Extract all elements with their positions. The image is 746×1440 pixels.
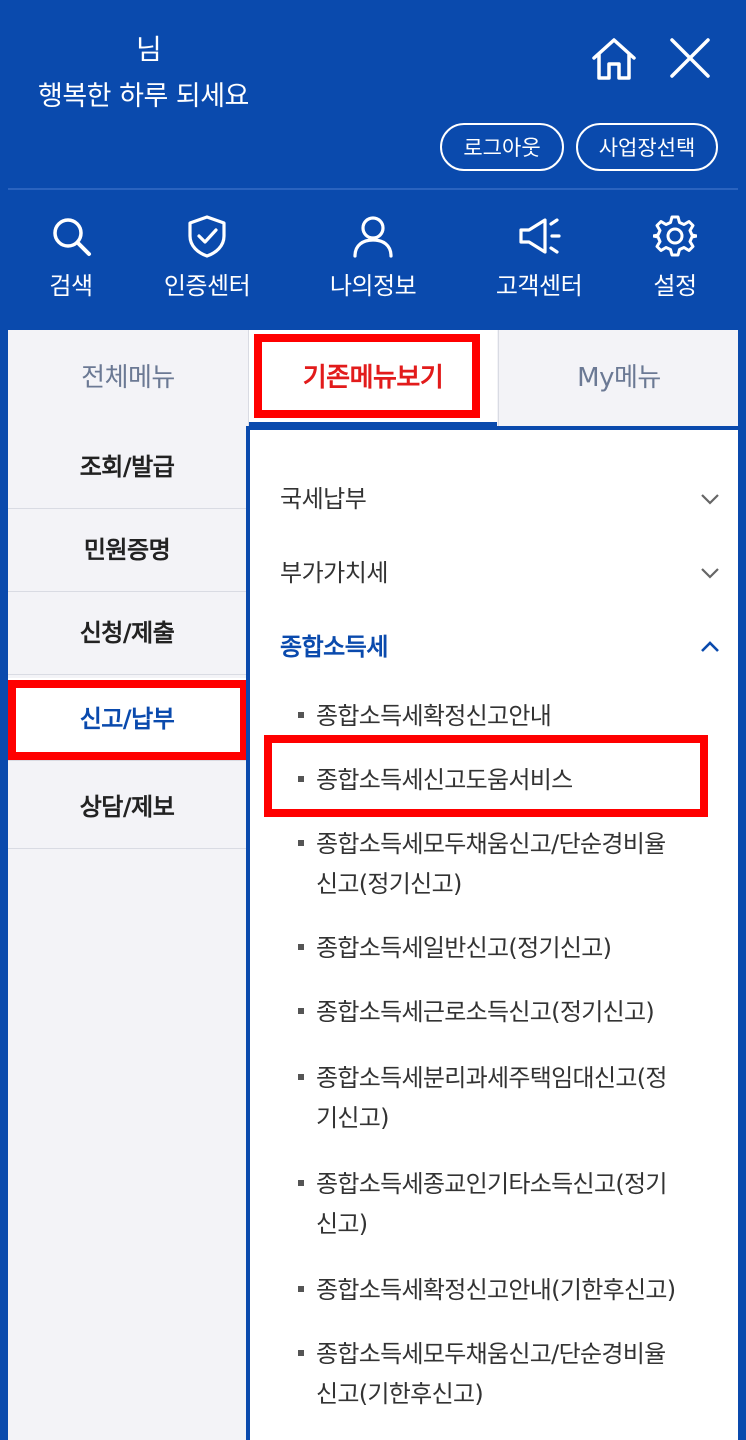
quick-settings[interactable]: 설정 xyxy=(620,214,730,301)
shield-check-icon xyxy=(188,215,226,258)
bullet-icon xyxy=(298,1350,304,1356)
logout-button[interactable]: 로그아웃 xyxy=(440,123,564,171)
business-select-button[interactable]: 사업장선택 xyxy=(576,123,718,171)
search-icon xyxy=(53,218,91,256)
submenu-item[interactable]: 종합소득세모두채움신고/단순경비율 신고(기한후신고) xyxy=(316,1334,712,1414)
category-label: 종합소득세 xyxy=(280,633,388,661)
quick-my-info-label: 나의정보 xyxy=(329,272,417,300)
category-label: 국세납부 xyxy=(280,485,367,513)
bullet-icon xyxy=(298,944,304,950)
left-nav-item-consult[interactable]: 상담/제보 xyxy=(8,766,246,849)
bullet-icon xyxy=(298,1008,304,1014)
chevron-up-icon xyxy=(701,641,719,652)
quick-search-label: 검색 xyxy=(49,272,93,300)
quick-my-info[interactable]: 나의정보 xyxy=(318,214,428,301)
category-income-tax[interactable]: 종합소득세 xyxy=(280,622,720,672)
greeting-name: 님 xyxy=(136,33,162,66)
quick-customer-center-label: 고객센터 xyxy=(495,272,583,300)
submenu-panel: 국세납부 부가가치세 종합소득세 종합소득세확정신고안내 종합소득세신고도움서비… xyxy=(246,426,738,1440)
user-icon xyxy=(353,216,393,258)
tab-my-menu[interactable]: My메뉴 xyxy=(498,330,739,426)
submenu-item[interactable]: 종합소득세모두채움신고/단순경비율 신고(정기신고) xyxy=(316,824,712,904)
bullet-icon xyxy=(298,840,304,846)
greeting-message: 행복한 하루 되세요 xyxy=(38,81,249,112)
bullet-icon xyxy=(298,776,304,782)
submenu-item[interactable]: 종합소득세신고도움서비스 xyxy=(316,760,712,800)
gear-icon xyxy=(653,215,697,257)
quick-search[interactable]: 검색 xyxy=(16,214,126,301)
megaphone-icon xyxy=(519,218,561,254)
menu-tabs: 전체메뉴 기존메뉴보기 My메뉴 xyxy=(8,330,738,426)
quick-cert-center[interactable]: 인증센터 xyxy=(152,214,262,301)
submenu-item[interactable]: 종합소득세확정신고안내(기한후신고) xyxy=(316,1270,712,1310)
category-vat[interactable]: 부가가치세 xyxy=(280,548,720,598)
chevron-down-icon xyxy=(701,494,719,505)
left-category-nav: 조회/발급 민원증명 신청/제출 신고/납부 상담/제보 xyxy=(8,426,246,1440)
tab-legacy-menu[interactable]: 기존메뉴보기 xyxy=(249,330,497,426)
left-nav-item-certificate[interactable]: 민원증명 xyxy=(8,509,246,592)
submenu-item[interactable]: 종합소득세일반신고(정기신고) xyxy=(316,928,712,968)
left-nav-item-filing[interactable]: 신고/납부 xyxy=(8,678,246,761)
chevron-down-icon xyxy=(701,568,719,579)
close-icon[interactable] xyxy=(668,36,712,80)
quick-settings-label: 설정 xyxy=(653,272,697,300)
header-divider xyxy=(8,188,738,190)
bullet-icon xyxy=(298,1074,304,1080)
category-label: 부가가치세 xyxy=(280,559,388,587)
left-nav-item-application[interactable]: 신청/제출 xyxy=(8,592,246,675)
submenu-item[interactable]: 종합소득세근로소득신고(정기신고) xyxy=(316,992,712,1032)
submenu-item[interactable]: 종합소득세확정신고안내 xyxy=(316,696,712,736)
quick-customer-center[interactable]: 고객센터 xyxy=(484,214,594,301)
quick-cert-center-label: 인증센터 xyxy=(163,272,251,300)
submenu-item[interactable]: 종합소득세종교인기타소득신고(정기 신고) xyxy=(316,1164,712,1244)
left-nav-item-inquiry[interactable]: 조회/발급 xyxy=(8,426,246,509)
bullet-icon xyxy=(298,1286,304,1292)
app-header: 님 행복한 하루 되세요 로그아웃 사업장선택 검색 인증센터 나의정보 고객센… xyxy=(0,0,746,330)
bullet-icon xyxy=(298,1180,304,1186)
tab-all-menu[interactable]: 전체메뉴 xyxy=(8,330,249,426)
category-national-tax-payment[interactable]: 국세납부 xyxy=(280,474,720,524)
submenu-item[interactable]: 종합소득세분리과세주택임대신고(정 기신고) xyxy=(316,1058,712,1138)
home-icon[interactable] xyxy=(590,36,638,82)
bullet-icon xyxy=(298,712,304,718)
